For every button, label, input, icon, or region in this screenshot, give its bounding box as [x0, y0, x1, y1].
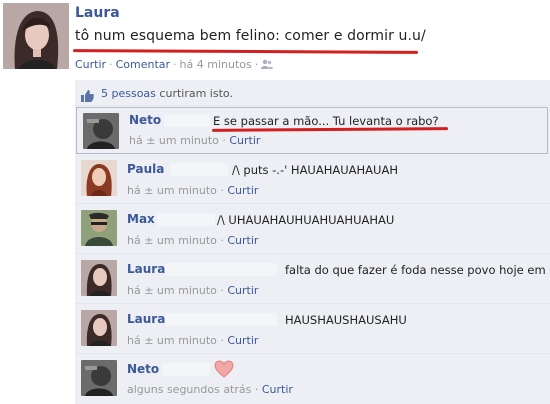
post-like-link[interactable]: Curtir: [75, 58, 106, 71]
comment-timestamp[interactable]: há ± um minuto: [127, 334, 217, 347]
likes-suffix: curtiram isto.: [155, 87, 233, 100]
comment-like-link[interactable]: Curtir: [227, 184, 258, 197]
comment-meta: há ± um minuto · Curtir: [127, 284, 259, 297]
comment-text: /\ puts -.-' HAUAHAUAHAUAH: [232, 163, 398, 177]
comment-avatar[interactable]: [81, 310, 117, 346]
post-author-avatar[interactable]: [3, 3, 69, 69]
comment-timestamp[interactable]: há ± um minuto: [127, 234, 217, 247]
comment-text: HAUSHAUSHAUSAHU: [285, 313, 407, 327]
post-comment-link[interactable]: Comentar: [116, 58, 170, 71]
comment-text: E se passar a mão... Tu levanta o rabo?: [213, 114, 439, 128]
comment-like-link[interactable]: Curtir: [227, 234, 258, 247]
comment-item: Max /\ UHAUAHAUHUAHUAHUAHAU há ± um minu…: [75, 204, 550, 254]
blurred-name: [162, 363, 210, 376]
comment-avatar[interactable]: [83, 113, 119, 149]
post-author-name[interactable]: Laura: [75, 5, 120, 21]
comment-timestamp[interactable]: há ± um minuto: [127, 284, 217, 297]
comment-timestamp[interactable]: alguns segundos atrás: [127, 383, 251, 396]
comment-author[interactable]: Neto: [129, 113, 161, 127]
comment-meta: há ± um minuto · Curtir: [127, 234, 259, 247]
comment-item: Laura falta do que fazer é foda nesse po…: [75, 254, 550, 304]
comment-author[interactable]: Max: [127, 212, 155, 226]
likes-summary: 5 pessoas curtiram isto.: [75, 80, 550, 106]
comment-timestamp[interactable]: há ± um minuto: [129, 134, 219, 147]
comment-meta: há ± um minuto · Curtir: [127, 334, 259, 347]
comment-item: Paula /\ puts -.-' HAUAHAUAHAUAH há ± um…: [75, 154, 550, 204]
post-actions: Curtir · Comentar · há 4 minutos ·: [75, 58, 274, 73]
comment-author[interactable]: Laura: [127, 262, 165, 276]
comment-like-link[interactable]: Curtir: [229, 134, 260, 147]
comment-meta: há ± um minuto · Curtir: [127, 184, 259, 197]
comment-text: /\ UHAUAHAUHUAHUAHUAHAU: [217, 213, 395, 227]
highlight-underline: [72, 49, 419, 54]
post-timestamp[interactable]: há 4 minutos: [180, 58, 252, 71]
blurred-name: [165, 313, 277, 326]
blurred-name: [170, 163, 228, 176]
comment-like-link[interactable]: Curtir: [227, 284, 258, 297]
comment-timestamp[interactable]: há ± um minuto: [127, 184, 217, 197]
comment-author[interactable]: Paula: [127, 162, 164, 176]
comment-like-link[interactable]: Curtir: [262, 383, 293, 396]
comment-author[interactable]: Laura: [127, 312, 165, 326]
comment-avatar[interactable]: [81, 260, 117, 296]
likes-count-link[interactable]: 5 pessoas: [101, 87, 156, 100]
friends-icon[interactable]: [261, 59, 274, 73]
comment-text: falta do que fazer é foda nesse povo hoj…: [285, 263, 550, 277]
comment-item: Laura HAUSHAUSHAUSAHU há ± um minuto · C…: [75, 304, 550, 354]
comment-item: Neto alguns segundos atrás · Curtir: [75, 354, 550, 404]
comment-avatar[interactable]: [81, 210, 117, 246]
comment-avatar[interactable]: [81, 160, 117, 196]
post-text: tô num esquema bem felino: comer e dormi…: [75, 28, 426, 44]
thumbs-up-icon: [81, 87, 94, 102]
heart-icon: [214, 360, 234, 378]
comment-author[interactable]: Neto: [127, 362, 159, 376]
comment-avatar[interactable]: [81, 360, 117, 396]
comment-meta: há ± um minuto · Curtir: [129, 134, 261, 147]
blurred-name: [164, 114, 210, 127]
blurred-name: [165, 263, 277, 276]
comment-like-link[interactable]: Curtir: [227, 334, 258, 347]
blurred-name: [157, 213, 215, 226]
comment-meta: alguns segundos atrás · Curtir: [127, 383, 293, 396]
